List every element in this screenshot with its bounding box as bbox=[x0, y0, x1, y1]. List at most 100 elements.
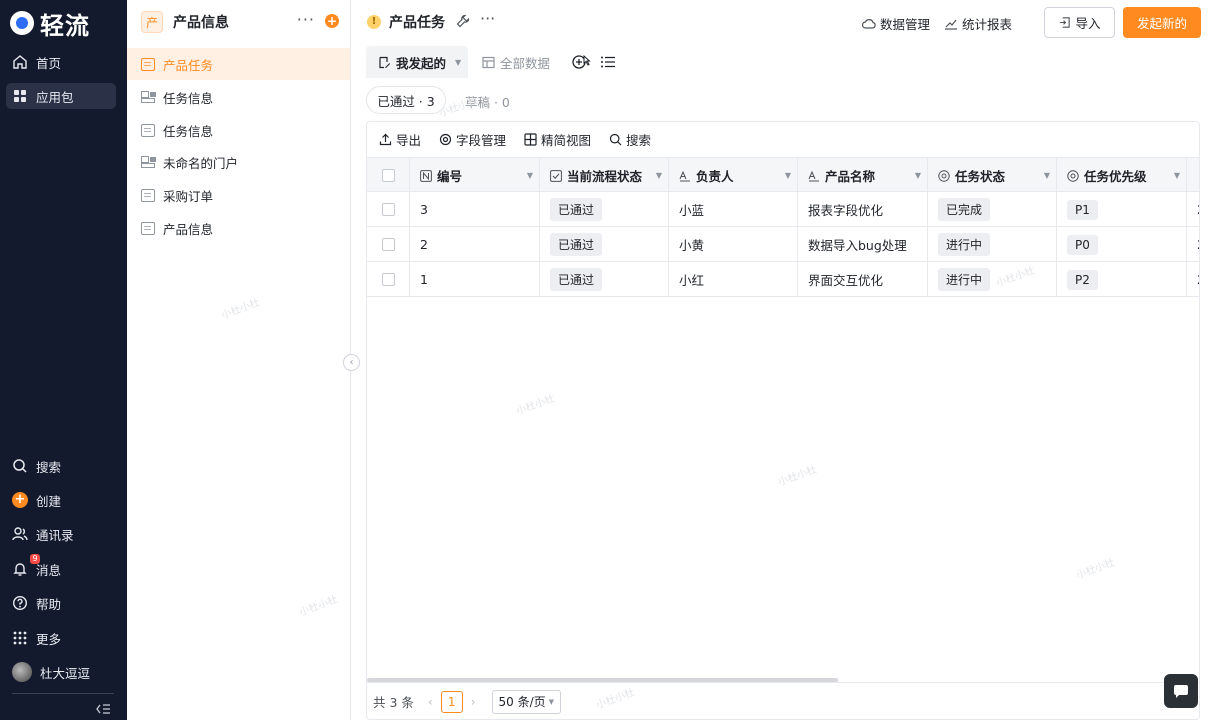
chat-support-icon[interactable] bbox=[1164, 674, 1198, 708]
nav-item-apps[interactable]: 应用包 bbox=[6, 83, 116, 109]
nav-item-label: 创建 bbox=[36, 493, 62, 509]
app-icon: 产 bbox=[141, 11, 163, 33]
text-field-icon bbox=[808, 170, 819, 181]
menu-item-untitled-portal[interactable]: 未命名的门户 bbox=[127, 146, 350, 178]
form-icon bbox=[141, 123, 155, 137]
row-checkbox[interactable] bbox=[381, 203, 395, 216]
cell-priority: P2 bbox=[1057, 262, 1187, 297]
caret-down-icon[interactable]: ▼ bbox=[1174, 171, 1180, 180]
column-header-product[interactable]: 产品名称 ▼ bbox=[798, 158, 928, 193]
cell-id: 3 bbox=[410, 192, 540, 227]
nav-item-messages[interactable]: 9 消息 bbox=[6, 554, 116, 582]
cell-id: 1 bbox=[410, 262, 540, 297]
collapse-nav-icon[interactable] bbox=[95, 702, 111, 716]
menu-item-task-info-portal[interactable]: 任务信息 bbox=[127, 81, 350, 113]
menu-item-purchase-order[interactable]: 采购订单 bbox=[127, 179, 350, 211]
nav-item-search[interactable]: 搜索 bbox=[6, 453, 116, 479]
nav-item-create[interactable]: + 创建 bbox=[6, 487, 116, 513]
page-size-select[interactable]: 50 条/页 ▼ bbox=[491, 689, 562, 714]
column-header-label: 负责人 bbox=[696, 169, 734, 184]
more-grid-icon bbox=[12, 630, 28, 646]
filter-draft[interactable]: 草稿 · 0 bbox=[465, 92, 510, 111]
add-icon[interactable]: + bbox=[325, 14, 339, 28]
nav-item-home[interactable]: 首页 bbox=[6, 49, 116, 75]
field-manage-label: 字段管理 bbox=[456, 133, 507, 148]
table-row[interactable]: 3 已通过 小蓝 报表字段优化 已完成 P1 2 bbox=[367, 192, 1199, 227]
menu-item-label: 产品信息 bbox=[163, 221, 214, 237]
select-all-cell bbox=[367, 158, 410, 193]
page-size-label: 50 条/页 bbox=[498, 695, 546, 709]
column-header-owner[interactable]: 负责人 ▼ bbox=[669, 158, 798, 193]
user-name: 杜大逗逗 bbox=[40, 665, 91, 681]
filter-approved-chip[interactable]: 已通过 · 3 bbox=[366, 86, 446, 114]
nav-item-label: 消息 bbox=[36, 562, 62, 578]
caret-down-icon[interactable]: ▼ bbox=[455, 58, 461, 67]
home-icon bbox=[12, 54, 28, 70]
menu-item-label: 产品任务 bbox=[163, 57, 214, 73]
upload-icon bbox=[379, 133, 392, 146]
prev-page-chevron-icon[interactable]: ‹ bbox=[428, 695, 433, 709]
tab-all-data[interactable]: 全部数据 bbox=[482, 46, 550, 78]
cell-task-status: 进行中 bbox=[928, 262, 1057, 297]
table-row[interactable]: 1 已通过 小红 界面交互优化 进行中 P2 2 bbox=[367, 262, 1199, 297]
cell-owner: 小红 bbox=[669, 262, 798, 297]
import-button[interactable]: 导入 bbox=[1044, 7, 1115, 38]
caret-down-icon[interactable]: ▼ bbox=[1044, 171, 1050, 180]
pagination-bar: 共 3 条 ‹ 1 › 50 条/页 ▼ bbox=[367, 682, 1199, 719]
more-icon[interactable]: ··· bbox=[297, 10, 315, 29]
table-search-button[interactable]: 搜索 bbox=[609, 130, 651, 149]
main-content: ! 产品任务 ··· 数据管理 统计报表 导入 发起新的 我发起的 ▼ 全部数据… bbox=[352, 0, 1210, 720]
menu-item-product-info[interactable]: 产品信息 bbox=[127, 212, 350, 244]
more-icon[interactable]: ··· bbox=[480, 9, 495, 28]
nav-item-contacts[interactable]: 通讯录 bbox=[6, 521, 116, 547]
nav-item-label: 更多 bbox=[36, 631, 62, 647]
export-button[interactable]: 导出 bbox=[379, 130, 421, 149]
field-manage-button[interactable]: 字段管理 bbox=[439, 130, 506, 149]
priority-tag: P1 bbox=[1067, 199, 1098, 220]
page-number-button[interactable]: 1 bbox=[440, 690, 463, 713]
caret-down-icon[interactable]: ▼ bbox=[656, 171, 662, 180]
app-root: 轻流 首页 应用包 搜索 + 创建 通讯录 9 消息 帮助 更多 杜大逗逗 产 … bbox=[0, 0, 1210, 720]
row-checkbox[interactable] bbox=[381, 273, 395, 286]
menu-item-task-info[interactable]: 任务信息 bbox=[127, 114, 350, 146]
select-all-checkbox[interactable] bbox=[381, 169, 395, 182]
stats-report-label: 统计报表 bbox=[962, 17, 1013, 32]
app-side-panel: 产 产品信息 ··· + 产品任务 任务信息 任务信息 未命名的门户 采购订单 … bbox=[127, 0, 351, 720]
tab-my-launched[interactable]: 我发起的 ▼ bbox=[366, 46, 468, 78]
data-manage-link[interactable]: 数据管理 bbox=[862, 14, 930, 33]
column-header-task-status[interactable]: 任务状态 ▼ bbox=[928, 158, 1057, 193]
wrench-icon[interactable] bbox=[456, 14, 470, 28]
add-view-icon[interactable] bbox=[572, 54, 592, 70]
compact-view-label: 精简视图 bbox=[541, 133, 592, 148]
list-icon[interactable] bbox=[600, 54, 616, 70]
launch-new-button[interactable]: 发起新的 bbox=[1123, 7, 1201, 38]
table-row[interactable]: 2 已通过 小黄 数据导入bug处理 进行中 P0 2 bbox=[367, 227, 1199, 262]
caret-down-icon[interactable]: ▼ bbox=[527, 171, 533, 180]
stats-report-link[interactable]: 统计报表 bbox=[944, 14, 1012, 33]
column-header-overflow bbox=[1187, 158, 1199, 193]
menu-item-product-task[interactable]: 产品任务 bbox=[127, 48, 350, 80]
nav-item-label: 通讯录 bbox=[36, 527, 74, 543]
compact-view-button[interactable]: 精简视图 bbox=[524, 130, 591, 149]
tab-label: 我发起的 bbox=[396, 55, 447, 71]
caret-down-icon[interactable]: ▼ bbox=[785, 171, 791, 180]
caret-down-icon[interactable]: ▼ bbox=[915, 171, 921, 180]
column-header-id[interactable]: 编号 ▼ bbox=[410, 158, 540, 193]
nav-item-label: 应用包 bbox=[36, 89, 74, 105]
apps-grid-icon bbox=[12, 88, 28, 104]
cell-product: 数据导入bug处理 bbox=[798, 227, 928, 262]
next-page-chevron-icon[interactable]: › bbox=[471, 695, 476, 709]
column-header-priority[interactable]: 任务优先级 ▼ bbox=[1057, 158, 1187, 193]
status-tag: 已通过 bbox=[550, 268, 603, 291]
settings-icon bbox=[439, 133, 452, 146]
column-header-flow-status[interactable]: 当前流程状态 ▼ bbox=[540, 158, 669, 193]
number-field-icon bbox=[420, 169, 432, 182]
grid-icon bbox=[524, 133, 537, 146]
help-icon bbox=[12, 595, 28, 611]
logo[interactable]: 轻流 bbox=[10, 8, 90, 40]
nav-item-profile[interactable]: 杜大逗逗 bbox=[6, 659, 116, 685]
row-checkbox[interactable] bbox=[381, 238, 395, 251]
nav-item-more[interactable]: 更多 bbox=[6, 625, 116, 651]
nav-item-help[interactable]: 帮助 bbox=[6, 590, 116, 616]
menu-item-label: 任务信息 bbox=[163, 90, 214, 106]
